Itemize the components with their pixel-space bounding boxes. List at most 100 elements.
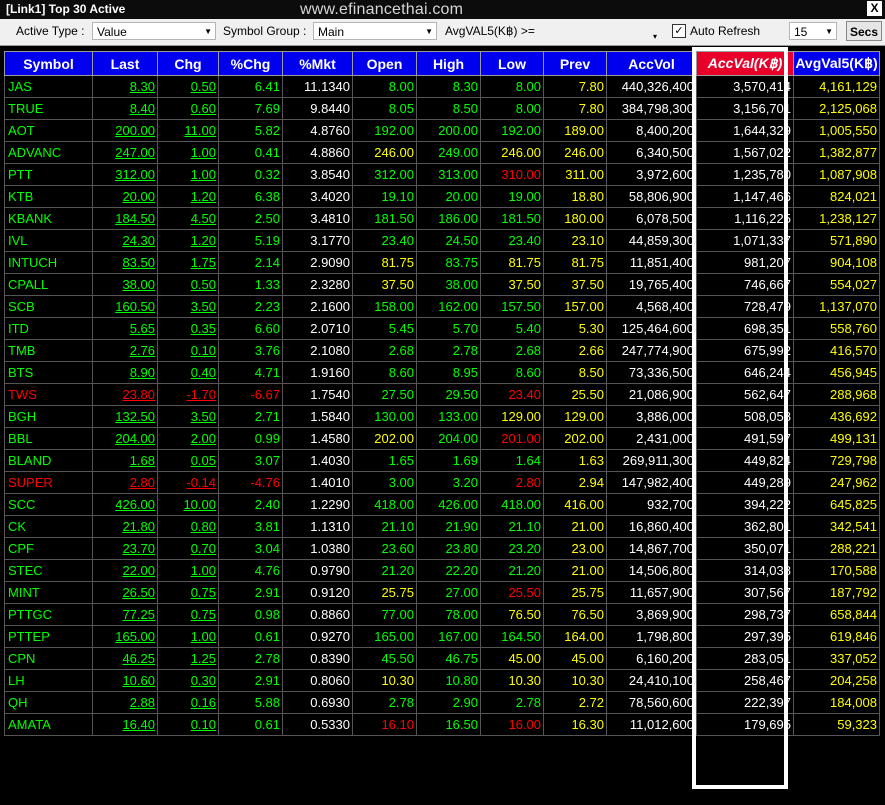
cell-chg[interactable]: 1.00 [157, 141, 219, 164]
table-row[interactable]: KBANK 184.50 4.50 2.50 3.4810 181.50 186.00 181… [4, 207, 880, 230]
cell-symbol[interactable]: SCC [4, 493, 93, 516]
cell-chg[interactable]: 4.50 [157, 207, 219, 230]
cell-chg[interactable]: 3.50 [157, 295, 219, 318]
cell-symbol[interactable]: PTTGC [4, 603, 93, 626]
symbol-group-select[interactable]: Main ▼ [313, 22, 437, 40]
cell-symbol[interactable]: BBL [4, 427, 93, 450]
table-row[interactable]: TWS 23.80 -1.70 -6.67 1.7540 27.50 29.50 23.40 2… [4, 383, 880, 406]
table-row[interactable]: MINT 26.50 0.75 2.91 0.9120 25.75 27.00 25.50 25… [4, 581, 880, 604]
cell-last[interactable]: 23.70 [92, 537, 158, 560]
cell-last[interactable]: 8.40 [92, 97, 158, 120]
table-row[interactable]: BLAND 1.68 0.05 3.07 1.4030 1.65 1.69 1.64 1.63 2… [4, 449, 880, 472]
table-row[interactable]: AOT 200.00 11.00 5.82 4.8760 192.00 200.00 192.… [4, 119, 880, 142]
column-header-symbol[interactable]: Symbol [4, 51, 93, 76]
cell-symbol[interactable]: CPALL [4, 273, 93, 296]
cell-symbol[interactable]: TMB [4, 339, 93, 362]
cell-chg[interactable]: 1.75 [157, 251, 219, 274]
cell-chg[interactable]: -1.70 [157, 383, 219, 406]
column-header-open[interactable]: Open [352, 51, 417, 76]
cell-symbol[interactable]: AMATA [4, 713, 93, 736]
cell-symbol[interactable]: BGH [4, 405, 93, 428]
cell-last[interactable]: 38.00 [92, 273, 158, 296]
cell-chg[interactable]: 1.25 [157, 647, 219, 670]
cell-chg[interactable]: 0.10 [157, 713, 219, 736]
cell-last[interactable]: 8.30 [92, 75, 158, 98]
cell-chg[interactable]: 0.50 [157, 273, 219, 296]
table-row[interactable]: TMB 2.76 0.10 3.76 2.1080 2.68 2.78 2.68 2.66 247… [4, 339, 880, 362]
cell-symbol[interactable]: STEC [4, 559, 93, 582]
table-row[interactable]: BGH 132.50 3.50 2.71 1.5840 130.00 133.00 129.0… [4, 405, 880, 428]
cell-symbol[interactable]: QH [4, 691, 93, 714]
cell-symbol[interactable]: ADVANC [4, 141, 93, 164]
cell-chg[interactable]: 1.20 [157, 185, 219, 208]
cell-last[interactable]: 22.00 [92, 559, 158, 582]
cell-chg[interactable]: 0.05 [157, 449, 219, 472]
cell-chg[interactable]: 0.70 [157, 537, 219, 560]
cell-last[interactable]: 10.60 [92, 669, 158, 692]
table-row[interactable]: AMATA 16.40 0.10 0.61 0.5330 16.10 16.50 16.00 1… [4, 713, 880, 736]
cell-symbol[interactable]: IVL [4, 229, 93, 252]
table-row[interactable]: PTT 312.00 1.00 0.32 3.8540 312.00 313.00 310.0… [4, 163, 880, 186]
cell-symbol[interactable]: JAS [4, 75, 93, 98]
cell-symbol[interactable]: TRUE [4, 97, 93, 120]
cell-chg[interactable]: 2.00 [157, 427, 219, 450]
cell-chg[interactable]: 0.35 [157, 317, 219, 340]
cell-last[interactable]: 26.50 [92, 581, 158, 604]
table-row[interactable]: QH 2.88 0.16 5.88 0.6930 2.78 2.90 2.78 2.72 78,5… [4, 691, 880, 714]
cell-symbol[interactable]: KBANK [4, 207, 93, 230]
table-row[interactable]: JAS 8.30 0.50 6.41 11.1340 8.00 8.30 8.00 7.80 44… [4, 75, 880, 98]
column-header-low[interactable]: Low [480, 51, 544, 76]
table-row[interactable]: BTS 8.90 0.40 4.71 1.9160 8.60 8.95 8.60 8.50 73,… [4, 361, 880, 384]
interval-select[interactable]: 15 ▼ [789, 22, 837, 40]
cell-chg[interactable]: 1.20 [157, 229, 219, 252]
cell-symbol[interactable]: MINT [4, 581, 93, 604]
table-row[interactable]: SCB 160.50 3.50 2.23 2.1600 158.00 162.00 157.5… [4, 295, 880, 318]
table-row[interactable]: CPALL 38.00 0.50 1.33 2.3280 37.50 38.00 37.50 3… [4, 273, 880, 296]
cell-symbol[interactable]: BTS [4, 361, 93, 384]
table-row[interactable]: PTTEP 165.00 1.00 0.61 0.9270 165.00 167.00 164… [4, 625, 880, 648]
column-header-accval[interactable]: AccVal(K฿) [696, 51, 794, 76]
cell-last[interactable]: 132.50 [92, 405, 158, 428]
cell-chg[interactable]: 3.50 [157, 405, 219, 428]
cell-symbol[interactable]: SCB [4, 295, 93, 318]
cell-chg[interactable]: 0.75 [157, 581, 219, 604]
table-row[interactable]: CK 21.80 0.80 3.81 1.1310 21.10 21.90 21.10 21.0… [4, 515, 880, 538]
cell-chg[interactable]: 1.00 [157, 625, 219, 648]
cell-chg[interactable]: 0.40 [157, 361, 219, 384]
cell-chg[interactable]: 0.30 [157, 669, 219, 692]
cell-last[interactable]: 77.25 [92, 603, 158, 626]
cell-last[interactable]: 23.80 [92, 383, 158, 406]
cell-last[interactable]: 160.50 [92, 295, 158, 318]
cell-last[interactable]: 16.40 [92, 713, 158, 736]
cell-symbol[interactable]: PTT [4, 163, 93, 186]
cell-chg[interactable]: 1.00 [157, 559, 219, 582]
cell-symbol[interactable]: CPN [4, 647, 93, 670]
cell-symbol[interactable]: INTUCH [4, 251, 93, 274]
column-header-prev[interactable]: Prev [543, 51, 607, 76]
column-header-accvol[interactable]: AccVol [606, 51, 697, 76]
cell-last[interactable]: 21.80 [92, 515, 158, 538]
column-header-last[interactable]: Last [92, 51, 158, 76]
cell-last[interactable]: 165.00 [92, 625, 158, 648]
cell-last[interactable]: 83.50 [92, 251, 158, 274]
table-row[interactable]: IVL 24.30 1.20 5.19 3.1770 23.40 24.50 23.40 23.… [4, 229, 880, 252]
cell-symbol[interactable]: KTB [4, 185, 93, 208]
cell-symbol[interactable]: CK [4, 515, 93, 538]
secs-button[interactable]: Secs [846, 21, 882, 41]
cell-chg[interactable]: 10.00 [157, 493, 219, 516]
table-row[interactable]: SUPER 2.80 -0.14 -4.76 1.4010 3.00 3.20 2.80 2.9… [4, 471, 880, 494]
table-row[interactable]: LH 10.60 0.30 2.91 0.8060 10.30 10.80 10.30 10.3… [4, 669, 880, 692]
auto-refresh-checkbox[interactable]: ✓ [672, 24, 686, 38]
cell-symbol[interactable]: BLAND [4, 449, 93, 472]
column-header-high[interactable]: High [416, 51, 481, 76]
cell-chg[interactable]: 1.00 [157, 163, 219, 186]
cell-last[interactable]: 2.76 [92, 339, 158, 362]
column-header-pchg[interactable]: %Chg [218, 51, 283, 76]
table-row[interactable]: SCC 426.00 10.00 2.40 1.2290 418.00 426.00 418.… [4, 493, 880, 516]
cell-last[interactable]: 2.80 [92, 471, 158, 494]
cell-last[interactable]: 312.00 [92, 163, 158, 186]
table-row[interactable]: INTUCH 83.50 1.75 2.14 2.9090 81.75 83.75 81.75… [4, 251, 880, 274]
table-row[interactable]: ADVANC 247.00 1.00 0.41 4.8860 246.00 249.00 24… [4, 141, 880, 164]
table-row[interactable]: KTB 20.00 1.20 6.38 3.4020 19.10 20.00 19.00 18.… [4, 185, 880, 208]
table-row[interactable]: ITD 5.65 0.35 6.60 2.0710 5.45 5.70 5.40 5.30 125… [4, 317, 880, 340]
